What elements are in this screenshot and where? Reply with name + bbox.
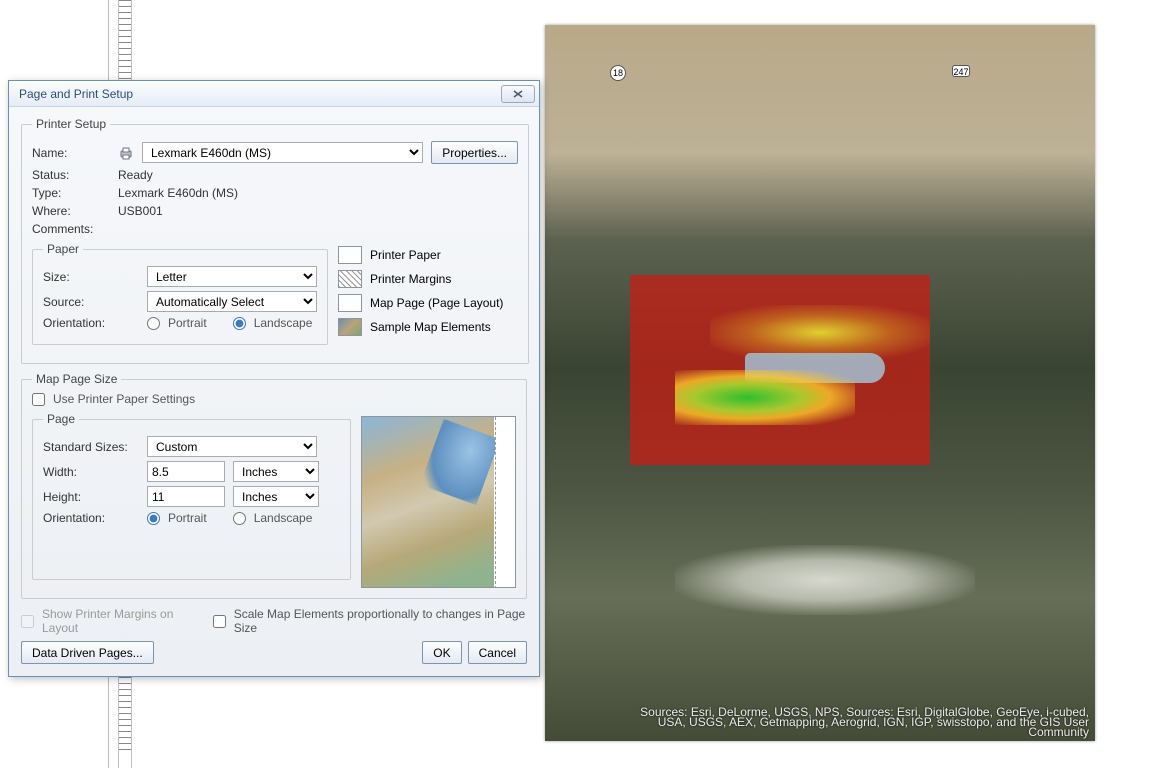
height-label: Height: xyxy=(43,490,139,504)
size-label: Size: xyxy=(43,270,139,284)
paper-orientation-label: Orientation: xyxy=(43,316,139,330)
ok-button[interactable]: OK xyxy=(422,641,461,664)
printer-setup-legend: Printer Setup xyxy=(32,117,110,131)
map-viewport[interactable]: 18 247 Sources: Esri, DeLorme, USGS, NPS… xyxy=(545,25,1095,741)
status-label: Status: xyxy=(32,168,110,182)
data-driven-pages-button[interactable]: Data Driven Pages... xyxy=(21,641,154,664)
width-label: Width: xyxy=(43,465,139,479)
legend-printer-paper: Printer Paper xyxy=(370,248,441,262)
type-value: Lexmark E460dn (MS) xyxy=(118,186,238,200)
close-button[interactable] xyxy=(501,85,535,103)
paper-portrait-radio[interactable]: Portrait xyxy=(147,316,207,330)
width-unit-select[interactable]: Inches xyxy=(233,461,319,482)
printer-name-select[interactable]: Lexmark E460dn (MS) xyxy=(142,142,423,163)
map-credits: Sources: Esri, DeLorme, USGS, NPS, Sourc… xyxy=(640,707,1089,737)
paper-landscape-radio[interactable]: Landscape xyxy=(233,316,313,330)
legend-margins-swatch xyxy=(338,270,362,288)
printer-icon xyxy=(118,145,134,161)
height-unit-select[interactable]: Inches xyxy=(233,486,319,507)
titlebar[interactable]: Page and Print Setup xyxy=(9,81,539,107)
printer-setup-group: Printer Setup Name: Lexmark E460dn (MS) … xyxy=(21,117,529,364)
route-shield-247: 247 xyxy=(952,65,970,77)
route-shield-18: 18 xyxy=(610,65,626,81)
page-legend: Page xyxy=(43,412,79,426)
legend-sample-map: Sample Map Elements xyxy=(370,320,491,334)
source-label: Source: xyxy=(43,295,139,309)
where-label: Where: xyxy=(32,204,110,218)
map-page-size-group: Map Page Size Use Printer Paper Settings… xyxy=(21,372,527,599)
height-input[interactable] xyxy=(147,486,225,507)
standard-sizes-label: Standard Sizes: xyxy=(43,440,139,454)
dialog-title: Page and Print Setup xyxy=(19,87,501,101)
legend-printer-paper-swatch xyxy=(338,246,362,264)
name-label: Name: xyxy=(32,146,110,160)
legend-sample-swatch xyxy=(338,318,362,336)
width-input[interactable] xyxy=(147,461,225,482)
map-page-size-legend: Map Page Size xyxy=(32,372,121,386)
standard-sizes-select[interactable]: Custom xyxy=(147,436,317,457)
close-icon xyxy=(512,89,524,99)
comments-label: Comments: xyxy=(32,222,110,236)
legend-map-page: Map Page (Page Layout) xyxy=(370,296,503,310)
status-value: Ready xyxy=(118,168,153,182)
mountain-snow xyxy=(675,545,975,615)
paper-legend: Paper xyxy=(43,242,83,256)
legend-map-page-swatch xyxy=(338,294,362,312)
legend-printer-margins: Printer Margins xyxy=(370,272,451,286)
paper-group: Paper Size: Letter Source: Automatically… xyxy=(32,242,328,345)
page-print-setup-dialog: Page and Print Setup Printer Setup Name:… xyxy=(8,80,540,677)
type-label: Type: xyxy=(32,186,110,200)
legend-panel: Printer Paper Printer Margins Map Page (… xyxy=(338,240,518,353)
scale-elements-check[interactable]: Scale Map Elements proportionally to cha… xyxy=(213,607,527,635)
page-portrait-radio[interactable]: Portrait xyxy=(147,511,207,525)
page-landscape-radio[interactable]: Landscape xyxy=(233,511,313,525)
properties-button[interactable]: Properties... xyxy=(431,141,518,164)
paper-size-select[interactable]: Letter xyxy=(147,266,317,287)
page-group: Page Standard Sizes: Custom Width: Inche… xyxy=(32,412,351,580)
use-printer-paper-check[interactable]: Use Printer Paper Settings xyxy=(32,392,516,406)
raster-overlay xyxy=(630,275,930,465)
page-preview xyxy=(361,416,516,588)
where-value: USB001 xyxy=(118,204,163,218)
cancel-button[interactable]: Cancel xyxy=(468,641,527,664)
paper-source-select[interactable]: Automatically Select xyxy=(147,291,317,312)
show-margins-check[interactable]: Show Printer Margins on Layout xyxy=(21,607,199,635)
page-orientation-label: Orientation: xyxy=(43,511,139,525)
